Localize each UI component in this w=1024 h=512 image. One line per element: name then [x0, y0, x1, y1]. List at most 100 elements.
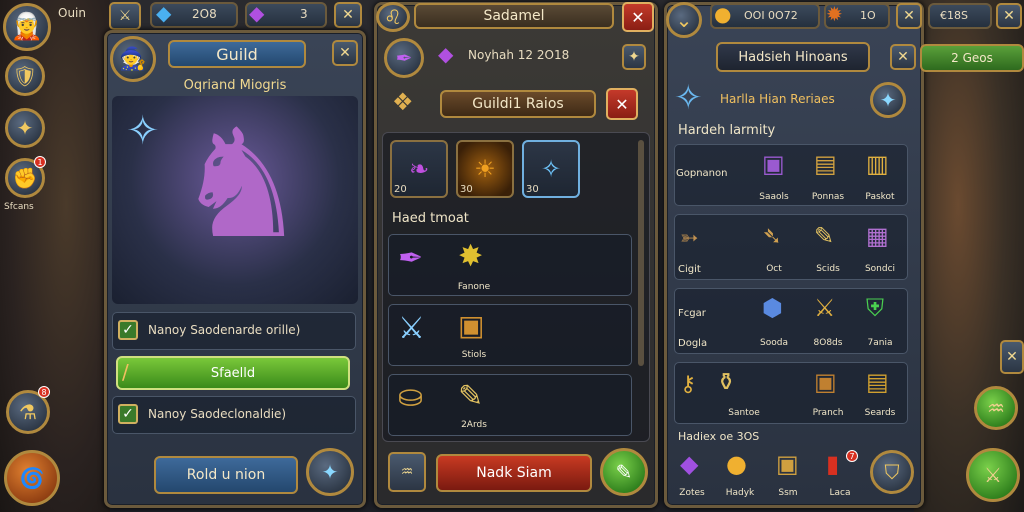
right-sub-title: Harlla Hian Reriaes [720, 92, 835, 106]
edge-side-button[interactable]: ✕ [1000, 340, 1024, 374]
right-close-button[interactable]: ✕ [896, 3, 922, 29]
crest-button[interactable]: ⛉ [870, 450, 914, 494]
right-row-3-item-2: 8O8ds [813, 338, 843, 348]
right-row-1-item-2: Ponnas [811, 192, 845, 202]
right-row-3-sublabel: Dogla [678, 338, 708, 349]
blue-shield-icon[interactable]: ⬢ [762, 296, 783, 320]
edge-close-button[interactable]: ✕ [996, 3, 1022, 29]
orange-swirl-icon[interactable]: 🌀 [4, 450, 60, 506]
middle-row-1-label: Fanone [457, 282, 491, 292]
middle-row-3[interactable] [388, 374, 632, 436]
option-label-1: Nanoy Saodenarde orille) [148, 323, 301, 337]
right-settings-button[interactable]: ✕ [890, 44, 916, 70]
red-card-item-icon[interactable]: ▮ [826, 452, 839, 476]
gold-horn-icon[interactable]: ➴ [762, 224, 782, 248]
purple-box-icon[interactable]: ▦ [866, 224, 889, 248]
crossed-swords-icon[interactable]: ⚔ [109, 2, 141, 30]
middle-row-3-label: 2Ards [461, 420, 487, 430]
player-name: Ouin [58, 6, 86, 20]
gold-tag-item-icon[interactable]: ▣ [776, 452, 799, 476]
footer-item-2: Hadyk [725, 488, 755, 498]
scrollbar[interactable] [638, 140, 644, 366]
crossed-sword-icon[interactable]: ⚔ [398, 314, 425, 344]
footer-item-4: Laca [829, 488, 851, 498]
scroll-icon: ❖ [392, 88, 414, 116]
purple-feather-icon[interactable]: ✒ [398, 244, 423, 274]
gold-chest-icon-2[interactable]: ▤ [866, 370, 889, 394]
gold-gem-chest-icon[interactable]: ▥ [866, 152, 889, 176]
checkbox-checked-icon[interactable]: ✓ [118, 404, 138, 424]
horn-item-icon[interactable]: ➳ [680, 228, 698, 250]
gold-star-icon[interactable]: ✸ [458, 242, 483, 272]
guild-title: Guild [168, 40, 306, 68]
guild-bottom-button[interactable]: Rold u nion [154, 456, 298, 494]
potion-bottle-icon[interactable]: ⚱ [716, 370, 736, 394]
edge-sword-button[interactable]: ⚔ [966, 448, 1020, 502]
right-row-1-item-3: Paskot [865, 192, 895, 202]
horn-button[interactable]: ♒ [388, 452, 426, 492]
right-row-2-item-2: Scids [816, 264, 840, 274]
right-row-4-item-2: Pranch [812, 408, 844, 418]
gold-crate-icon[interactable]: ▤ [814, 152, 837, 176]
left-rail-label: Sfcans [4, 202, 34, 212]
gold-scroll-icon[interactable]: ✎ [458, 382, 483, 412]
footer-badge: 7 [846, 450, 858, 462]
right-row-2-item-1: Oct [766, 264, 782, 274]
purple-chest-icon[interactable]: ▣ [762, 152, 785, 176]
middle-close-button[interactable]: ✕ [622, 2, 654, 32]
hero-portrait: ✧ ♞ [112, 96, 358, 304]
settings-button[interactable]: ✕ [334, 2, 362, 28]
middle-bottom-button[interactable]: Nadk Siam [436, 454, 592, 492]
gold-scroll-icon-2[interactable]: ✎ [814, 224, 834, 248]
right-scene-background [914, 0, 1024, 512]
edge-horn-button[interactable]: ♒ [974, 386, 1018, 430]
middle-row-2-label: Stiols [461, 350, 487, 360]
right-edge-pill[interactable]: 2 Geos [920, 44, 1024, 72]
slot-count-3: 30 [526, 184, 539, 195]
slot-count-2: 30 [460, 184, 473, 195]
crystal-count: 3 [300, 7, 308, 21]
treasure-chest-icon[interactable]: ▣ [458, 312, 484, 340]
shield-icon[interactable]: 🛡 [5, 56, 45, 96]
right-row-3-item-1: Sooda [760, 338, 788, 348]
gold-sword-icon[interactable]: ⚔ [814, 296, 836, 320]
notification-badge-2: 8 [38, 386, 50, 398]
gold-coin-icon: ● [714, 2, 732, 26]
raids-close-button[interactable]: ✕ [606, 88, 638, 120]
star-button[interactable]: ✦ [622, 44, 646, 70]
blue-orb-button[interactable]: ✦ [870, 82, 906, 118]
wood-chest-icon[interactable]: ▣ [814, 370, 837, 394]
purple-gem-item-icon[interactable]: ◆ [680, 452, 698, 476]
middle-row-1[interactable] [388, 234, 632, 296]
lion-crest-button[interactable]: ♌ [376, 2, 410, 32]
hp-count: €18S [940, 9, 968, 22]
gold-coin-item-icon[interactable]: ● [726, 452, 747, 476]
right-row-2-label: Cigit [678, 264, 701, 275]
right-title: Hadsieh Hinoans [716, 42, 870, 72]
right-row-1-item-1: Saaols [759, 192, 789, 202]
guild-close-button[interactable]: ✕ [332, 40, 358, 66]
option-label-2: Sfaelld [210, 366, 256, 381]
compass-icon[interactable]: ✦ [5, 108, 45, 148]
chevron-down-icon[interactable]: ⌄ [666, 2, 702, 38]
footer-item-1: Zotes [679, 488, 705, 498]
purple-feather-avatar: ✒ [384, 38, 424, 78]
hero-staff-icon: ✧ [126, 108, 160, 154]
blue-gem-icon: ◆ [156, 1, 172, 25]
player-avatar[interactable]: 🧝 [3, 3, 51, 51]
guild-avatar: 🧙 [110, 36, 156, 82]
option-label-3: Nanoy Saodeclonaldie) [148, 407, 287, 421]
checkbox-checked-icon[interactable]: ✓ [118, 320, 138, 340]
guild-raids-pill[interactable]: Guildi1 Raios [440, 90, 596, 118]
gold-chest-icon[interactable]: ⛀ [398, 382, 423, 412]
footer-item-3: Ssm [778, 488, 798, 498]
key-icon[interactable]: ⚷ [680, 374, 696, 396]
purple-gem-icon: ◆ [438, 42, 454, 66]
right-section-header: Hardeh larmity [678, 123, 776, 138]
green-shield-icon[interactable]: ⛨ [866, 296, 884, 320]
right-row-2-item-3: Sondci [864, 264, 896, 274]
middle-section-header: Haed tmoat [392, 211, 469, 226]
blue-crystal-button[interactable]: ✦ [306, 448, 354, 496]
green-confirm-button[interactable]: ✎ [600, 448, 648, 496]
right-footer-header: Hadiex oe 3OS [678, 430, 760, 443]
